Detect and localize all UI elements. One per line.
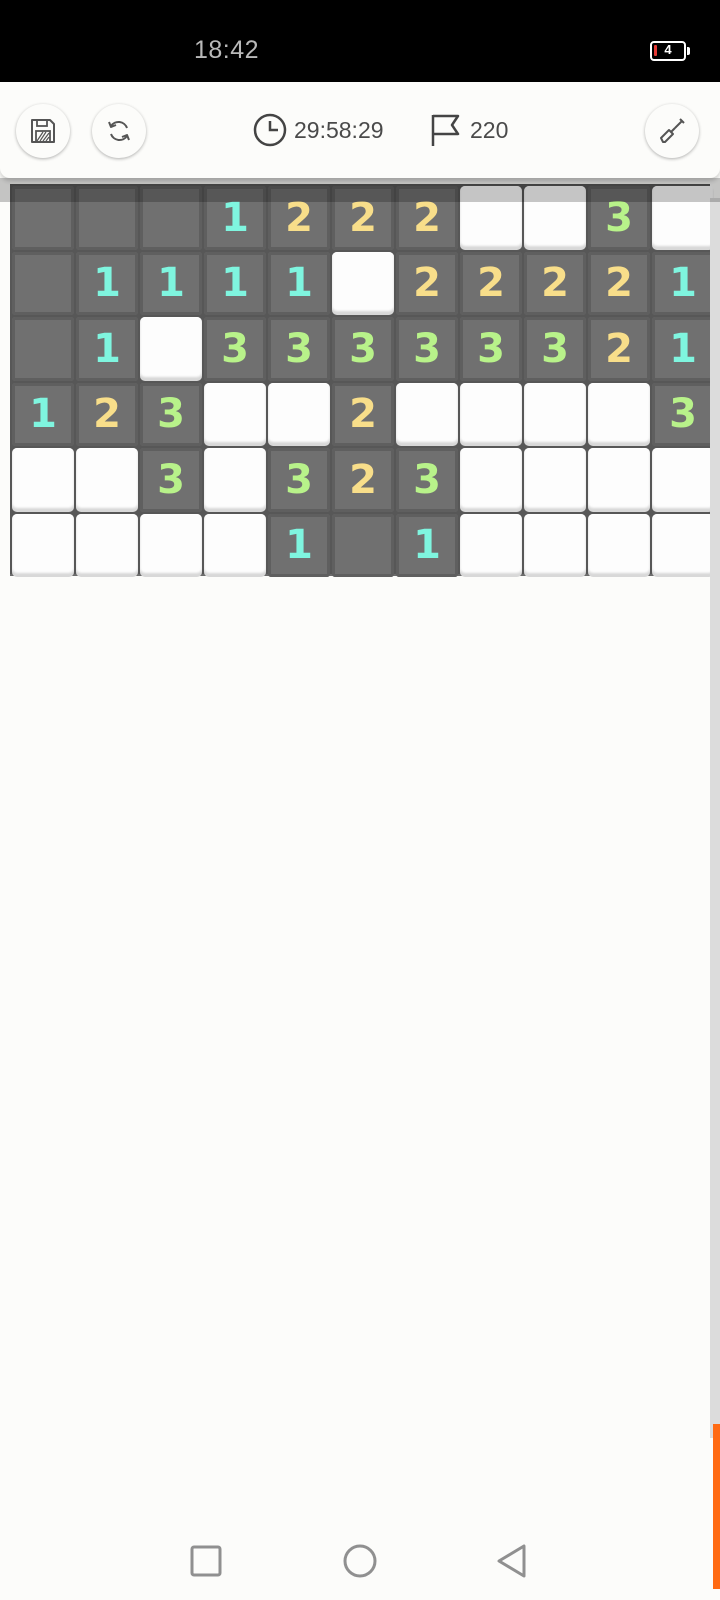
board-cell-unrevealed[interactable] [524, 382, 586, 446]
board-cell-number[interactable]: 1 [76, 251, 138, 315]
board-cell-empty[interactable] [12, 251, 74, 315]
navigation-bar [0, 1520, 720, 1600]
circle-icon[interactable] [341, 1542, 379, 1580]
board-cell-empty[interactable] [140, 186, 202, 250]
board-cell-number[interactable]: 1 [204, 186, 266, 250]
floppy-disk-icon [31, 119, 55, 143]
board-cell-unrevealed[interactable] [652, 186, 714, 250]
board-cell-unrevealed[interactable] [12, 513, 74, 577]
board-cell-unrevealed[interactable] [460, 448, 522, 512]
board-cell-number[interactable]: 2 [460, 251, 522, 315]
board-cell-unrevealed[interactable] [332, 251, 394, 315]
board-cell-number[interactable]: 3 [332, 317, 394, 381]
board-cell-number[interactable]: 2 [332, 186, 394, 250]
board-cell-unrevealed[interactable] [12, 448, 74, 512]
board-cell-unrevealed[interactable] [204, 513, 266, 577]
board-cell-number[interactable]: 3 [652, 382, 714, 446]
board-cell-unrevealed[interactable] [204, 448, 266, 512]
square-icon[interactable] [187, 1542, 225, 1580]
board-cell-unrevealed[interactable] [652, 513, 714, 577]
scroll-track [710, 198, 720, 1438]
board-cell-number[interactable]: 3 [140, 382, 202, 446]
board-cell-unrevealed[interactable] [460, 382, 522, 446]
board-cell-number[interactable]: 2 [76, 382, 138, 446]
board-cell-number[interactable]: 3 [204, 317, 266, 381]
flag-count: 220 [470, 116, 509, 143]
board-cell-unrevealed[interactable] [524, 448, 586, 512]
refresh-icon [108, 121, 130, 141]
board-cell-unrevealed[interactable] [140, 317, 202, 381]
board-cell-unrevealed[interactable] [588, 448, 650, 512]
board-cell-empty[interactable] [12, 317, 74, 381]
status-time: 18:42 [194, 36, 260, 64]
board-cell-number[interactable]: 1 [204, 251, 266, 315]
board-cell-unrevealed[interactable] [140, 513, 202, 577]
board-cell-unrevealed[interactable] [204, 382, 266, 446]
board-cell-unrevealed[interactable] [588, 513, 650, 577]
board-cell-unrevealed[interactable] [524, 513, 586, 577]
board-cell-unrevealed[interactable] [76, 513, 138, 577]
board-cell-number[interactable]: 1 [76, 317, 138, 381]
board-cell-unrevealed[interactable] [524, 186, 586, 250]
board-cell-number[interactable]: 2 [588, 251, 650, 315]
clock-icon [253, 113, 287, 147]
board-cell-number[interactable]: 3 [460, 317, 522, 381]
board-cell-number[interactable]: 3 [268, 448, 330, 512]
board-cell-number[interactable]: 3 [396, 317, 458, 381]
board-cell-number[interactable]: 1 [140, 251, 202, 315]
restart-button[interactable] [92, 104, 146, 158]
board-cell-number[interactable]: 1 [268, 513, 330, 577]
timer-value: 29:58:29 [294, 116, 384, 143]
board-cell-unrevealed[interactable] [588, 382, 650, 446]
board-cell-empty[interactable] [12, 186, 74, 250]
battery-icon: 4 [650, 41, 690, 61]
flag-counter: 220 [428, 112, 508, 148]
board-cell-empty[interactable] [76, 186, 138, 250]
board-cell-unrevealed[interactable] [76, 448, 138, 512]
board-cell-number[interactable]: 2 [268, 186, 330, 250]
triangle-back-icon[interactable] [494, 1542, 532, 1580]
board-cell-number[interactable]: 2 [332, 382, 394, 446]
board-cell-number[interactable]: 1 [396, 513, 458, 577]
board-cell-number[interactable]: 1 [12, 382, 74, 446]
battery-level: 4 [664, 42, 672, 57]
board-cell-number[interactable]: 2 [588, 317, 650, 381]
board-cell-unrevealed[interactable] [396, 382, 458, 446]
flag-icon [431, 114, 460, 146]
board-cell-number[interactable]: 3 [268, 317, 330, 381]
timer-display: 29:58:29 [252, 112, 384, 148]
board-cell-number[interactable]: 3 [588, 186, 650, 250]
board-cell-number[interactable]: 2 [332, 448, 394, 512]
board-cell-unrevealed[interactable] [268, 382, 330, 446]
board-cell-number[interactable]: 3 [140, 448, 202, 512]
save-button[interactable] [16, 104, 70, 158]
board-cell-number[interactable]: 3 [396, 448, 458, 512]
board-cell-number[interactable]: 2 [524, 251, 586, 315]
board-cell-number[interactable]: 2 [396, 186, 458, 250]
board-cell-number[interactable]: 2 [396, 251, 458, 315]
board-cell-unrevealed[interactable] [460, 513, 522, 577]
game-toolbar: 29:58:29 220 [0, 82, 720, 178]
status-bar: 18:42 4 [0, 0, 720, 82]
board-cell-number[interactable]: 1 [652, 251, 714, 315]
board-cell-empty[interactable] [332, 513, 394, 577]
board-cell-number[interactable]: 1 [652, 317, 714, 381]
minesweeper-board: 1222311112222113333332112323332311 [10, 184, 714, 577]
shovel-icon [660, 118, 685, 143]
board-cell-number[interactable]: 1 [268, 251, 330, 315]
board-cell-number[interactable]: 3 [524, 317, 586, 381]
dig-mode-button[interactable] [645, 104, 699, 158]
board-cell-unrevealed[interactable] [460, 186, 522, 250]
board-cell-unrevealed[interactable] [652, 448, 714, 512]
